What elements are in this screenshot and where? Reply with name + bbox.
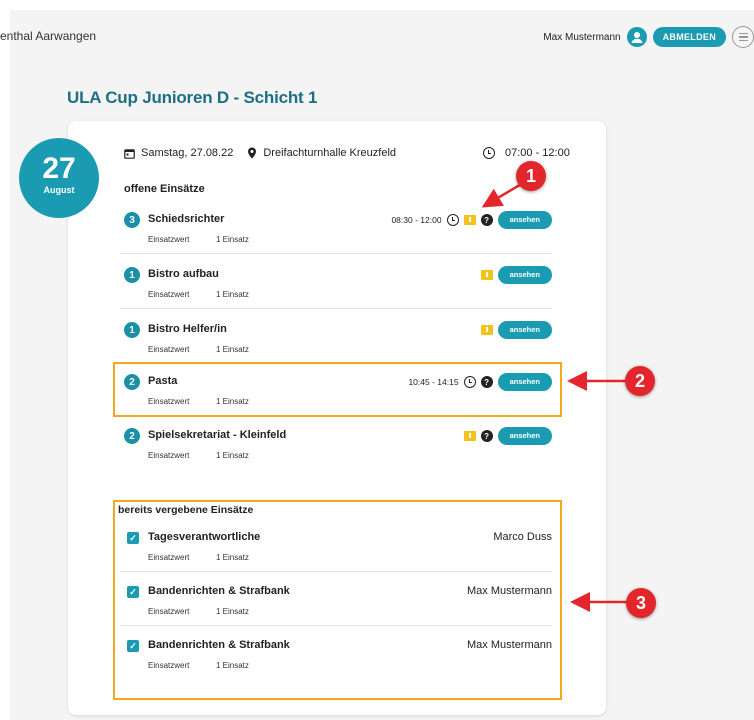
arrow-1 [481, 181, 524, 208]
annotation-marker: 1 [516, 161, 546, 191]
annotation-marker: 3 [626, 588, 656, 618]
annotation-marker: 2 [625, 366, 655, 396]
